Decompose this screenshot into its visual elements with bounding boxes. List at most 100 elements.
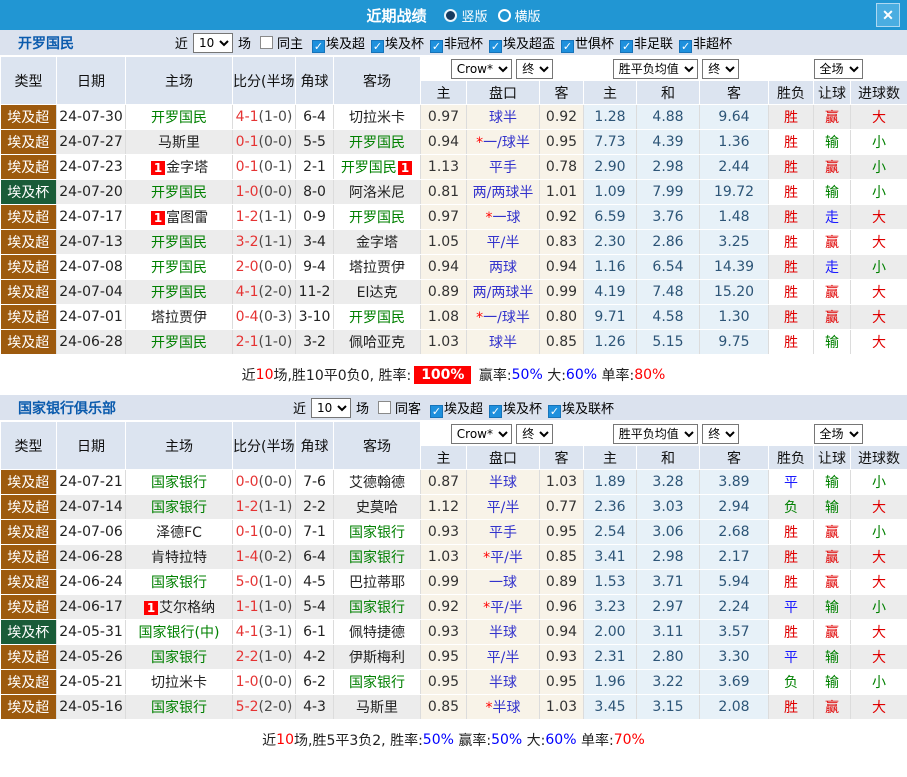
handicap-cell: *平/半 xyxy=(467,595,540,620)
same-venue-checkbox-unchecked-icon[interactable] xyxy=(260,36,273,49)
odds-period-select-1[interactable]: 终 xyxy=(516,59,553,79)
league-filter-item[interactable]: ✓非超杯 xyxy=(673,37,732,52)
halftime-score: (1-1) xyxy=(259,209,293,225)
home-odds-cell: 1.13 xyxy=(421,155,467,180)
scope-select-2[interactable]: 全场 xyxy=(814,424,863,444)
corner-cell: 6-2 xyxy=(296,670,334,695)
home-team-cell: 开罗国民 xyxy=(126,255,233,280)
score-cell: 1-0(0-0) xyxy=(233,180,296,205)
league-filter-item[interactable]: ✓埃及超 xyxy=(424,402,483,417)
match-count-select-2[interactable]: 10 xyxy=(311,398,351,418)
handicap-cell: 两/两球半 xyxy=(467,280,540,305)
league-cell: 埃及超 xyxy=(1,470,57,495)
same-venue-label[interactable]: 同主 xyxy=(277,33,303,52)
handicap-result-cell: 赢 xyxy=(814,230,851,255)
league-filter-item[interactable]: ✓非足联 xyxy=(614,37,673,52)
same-venue-checkbox-unchecked-icon[interactable] xyxy=(378,401,391,414)
match-count-select-1[interactable]: 10 xyxy=(193,33,233,53)
league-filter-item[interactable]: ✓埃及杯 xyxy=(483,402,542,417)
scope-select-1[interactable]: 全场 xyxy=(814,59,863,79)
odds-period-select-2[interactable]: 终 xyxy=(516,424,553,444)
score-cell: 3-2(1-1) xyxy=(233,230,296,255)
checkbox-checked-icon[interactable]: ✓ xyxy=(489,405,502,418)
score-cell: 2-1(1-0) xyxy=(233,330,296,355)
score-cell: 4-1(1-0) xyxy=(233,105,296,130)
league-filter-label: 世俱杯 xyxy=(575,37,614,52)
league-filter-item[interactable]: ✓埃及超 xyxy=(306,37,365,52)
checkbox-checked-icon[interactable]: ✓ xyxy=(312,40,325,53)
summary-segment: 大: xyxy=(522,730,545,750)
league-filter-item[interactable]: ✓世俱杯 xyxy=(555,37,614,52)
away-team-cell: 开罗国民1 xyxy=(334,155,421,180)
league-filter-item[interactable]: ✓埃及杯 xyxy=(365,37,424,52)
away-team-cell: 马斯里 xyxy=(334,695,421,720)
avg-lose-cell: 19.72 xyxy=(700,180,769,205)
home-team-name: 肯特拉特 xyxy=(151,550,207,566)
score-cell: 1-0(0-0) xyxy=(233,670,296,695)
odds-source-select-2[interactable]: Crow* xyxy=(451,424,512,444)
same-venue-label[interactable]: 同客 xyxy=(395,398,421,417)
checkbox-checked-icon[interactable]: ✓ xyxy=(679,40,692,53)
radio-vertical-label[interactable]: 竖版 xyxy=(461,6,487,25)
table-row: 埃及超24-05-16国家银行5-2(2-0)4-3马斯里0.85*半球1.03… xyxy=(1,695,907,720)
avg-draw-cell: 3.15 xyxy=(637,695,700,720)
checkbox-checked-icon[interactable]: ✓ xyxy=(561,40,574,53)
checkbox-checked-icon[interactable]: ✓ xyxy=(371,40,384,53)
matches-table-1: 类型 日期 主场 比分(半场) 角球 客场 Crow* 终 胜平负均值 终 全场 xyxy=(0,56,907,355)
avg-lose-cell: 1.30 xyxy=(700,305,769,330)
home-odds-cell: 0.85 xyxy=(421,695,467,720)
radio-horizontal-label[interactable]: 横版 xyxy=(515,6,541,25)
avg-period-select-2[interactable]: 终 xyxy=(702,424,739,444)
league-filter-group-2: ✓埃及超✓埃及杯✓埃及联杯 xyxy=(424,398,614,418)
home-team-cell: 1艾尔格纳 xyxy=(126,595,233,620)
radio-horizontal-icon[interactable] xyxy=(498,9,511,22)
home-team-name: 国家银行 xyxy=(151,475,207,491)
home-team-name: 国家银行 xyxy=(151,575,207,591)
goals-result-cell: 小 xyxy=(851,470,907,495)
away-odds-cell: 1.03 xyxy=(540,470,584,495)
table-row: 埃及超24-07-06泽德FC0-1(0-0)7-1国家银行0.93平手0.95… xyxy=(1,520,907,545)
league-filter-item[interactable]: ✓非冠杯 xyxy=(424,37,483,52)
date-cell: 24-05-16 xyxy=(57,695,126,720)
goals-result-cell: 大 xyxy=(851,545,907,570)
avg-lose-cell: 3.89 xyxy=(700,470,769,495)
checkbox-checked-icon[interactable]: ✓ xyxy=(430,40,443,53)
avg-lose-cell: 1.36 xyxy=(700,130,769,155)
result-cell: 胜 xyxy=(769,330,814,355)
avg-draw-cell: 3.71 xyxy=(637,570,700,595)
away-team-name: 塔拉贾伊 xyxy=(349,260,405,276)
checkbox-checked-icon[interactable]: ✓ xyxy=(548,405,561,418)
checkbox-checked-icon[interactable]: ✓ xyxy=(620,40,633,53)
radio-vertical-icon[interactable] xyxy=(444,9,457,22)
avg-source-select-2[interactable]: 胜平负均值 xyxy=(613,424,698,444)
handicap-text: 球半 xyxy=(489,335,517,351)
unit-label: 场 xyxy=(356,398,369,417)
goals-result-cell: 小 xyxy=(851,155,907,180)
close-button[interactable]: ✕ xyxy=(876,3,900,27)
section-band-away-team: 国家银行俱乐部 近 10 场 同客 ✓埃及超✓埃及杯✓埃及联杯 xyxy=(0,395,907,421)
league-cell: 埃及超 xyxy=(1,695,57,720)
summary-segment: 单率: xyxy=(597,365,634,385)
home-team-name: 泽德FC xyxy=(156,525,202,541)
league-filter-item[interactable]: ✓埃及超盃 xyxy=(483,37,555,52)
away-team-name: 金字塔 xyxy=(356,235,398,251)
avg-draw-cell: 7.48 xyxy=(637,280,700,305)
checkbox-checked-icon[interactable]: ✓ xyxy=(430,405,443,418)
halftime-score: (0-1) xyxy=(259,159,293,175)
league-filter-item[interactable]: ✓埃及联杯 xyxy=(542,402,614,417)
handicap-result-cell: 输 xyxy=(814,595,851,620)
handicap-cell: *半球 xyxy=(467,695,540,720)
sub-header-odds-away: 客 xyxy=(540,81,584,105)
halftime-score: (2-0) xyxy=(259,284,293,300)
avg-period-select-1[interactable]: 终 xyxy=(702,59,739,79)
odds-source-select-1[interactable]: Crow* xyxy=(451,59,512,79)
checkbox-checked-icon[interactable]: ✓ xyxy=(489,40,502,53)
handicap-text: 半球 xyxy=(489,475,517,491)
away-team-cell: 切拉米卡 xyxy=(334,105,421,130)
corner-cell: 4-3 xyxy=(296,695,334,720)
summary-segment: 10 xyxy=(256,367,274,383)
avg-win-cell: 2.54 xyxy=(584,520,637,545)
table-row: 埃及超24-05-21切拉米卡1-0(0-0)6-2国家银行0.95半球0.95… xyxy=(1,670,907,695)
avg-source-select-1[interactable]: 胜平负均值 xyxy=(613,59,698,79)
result-cell: 平 xyxy=(769,595,814,620)
